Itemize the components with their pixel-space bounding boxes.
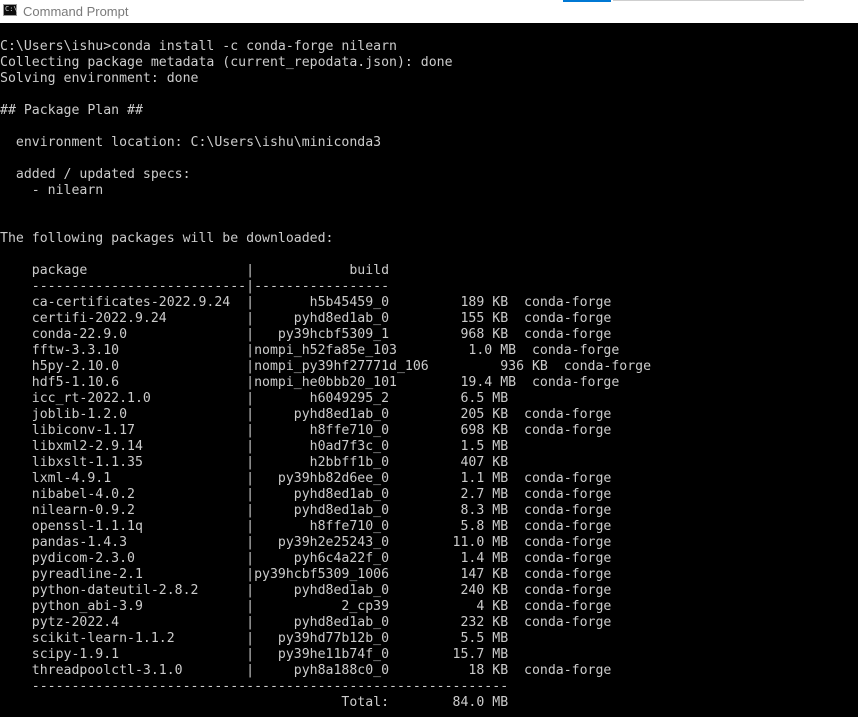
titlebar-divider [613,0,804,1]
console-line: certifi-2022.9.24 | pyhd8ed1ab_0 155 KB … [0,311,612,326]
console-line: openssl-1.1.1q | h8ffe710_0 5.8 MB conda… [0,519,612,534]
window-title: Command Prompt [23,4,129,19]
console-line: environment location: C:\Users\ishu\mini… [0,135,382,150]
console-line: pyreadline-2.1 |py39hcbf5309_1006 147 KB… [0,567,612,582]
titlebar-accent [563,0,611,2]
console-line: threadpoolctl-3.1.0 | pyh8a188c0_0 18 KB… [0,663,612,678]
console-line: ---------------------------|------------… [0,279,390,294]
console-line: Solving environment: done [0,71,199,86]
console-line: libxslt-1.1.35 | h2bbff1b_0 407 KB [0,455,509,470]
console-line: hdf5-1.10.6 |nompi_he0bbb20_101 19.4 MB … [0,375,620,390]
title-bar[interactable]: C:\ Command Prompt [0,0,858,23]
console-app-icon: C:\ [3,4,18,16]
console-line: added / updated specs: [0,167,191,182]
console-line: pydicom-2.3.0 | pyh6c4a22f_0 1.4 MB cond… [0,551,612,566]
console-line: - nilearn [0,183,104,198]
console-line: package | build [0,263,390,278]
console-line: conda-22.9.0 | py39hcbf5309_1 968 KB con… [0,327,612,342]
console-line: h5py-2.10.0 |nompi_py39hf27771d_106 936 … [0,359,652,374]
console-line: nibabel-4.0.2 | pyhd8ed1ab_0 2.7 MB cond… [0,487,612,502]
console-line: C:\Users\ishu>conda install -c conda-for… [0,39,397,54]
console-line: The following packages will be downloade… [0,231,334,246]
console-line: lxml-4.9.1 | py39hb82d6ee_0 1.1 MB conda… [0,471,612,486]
console-line: fftw-3.3.10 |nompi_h52fa85e_103 1.0 MB c… [0,343,620,358]
console-line: python-dateutil-2.8.2 | pyhd8ed1ab_0 240… [0,583,612,598]
console-line: libiconv-1.17 | h8ffe710_0 698 KB conda-… [0,423,612,438]
console-line: scipy-1.9.1 | py39he11b74f_0 15.7 MB [0,647,509,662]
console-line: python_abi-3.9 | 2_cp39 4 KB conda-forge [0,599,612,614]
console-line: ca-certificates-2022.9.24 | h5b45459_0 1… [0,295,612,310]
console-line: Collecting package metadata (current_rep… [0,55,453,70]
console-line: pytz-2022.4 | pyhd8ed1ab_0 232 KB conda-… [0,615,612,630]
console-line: ## Package Plan ## [0,103,143,118]
console-line: scikit-learn-1.1.2 | py39hd77b12b_0 5.5 … [0,631,509,646]
console-line: joblib-1.2.0 | pyhd8ed1ab_0 205 KB conda… [0,407,612,422]
console-line: Total: 84.0 MB [0,695,509,710]
console-output[interactable]: C:\Users\ishu>conda install -c conda-for… [0,39,858,717]
console-line: pandas-1.4.3 | py39h2e25243_0 11.0 MB co… [0,535,612,550]
console-line: ----------------------------------------… [0,679,509,694]
console-line: icc_rt-2022.1.0 | h6049295_2 6.5 MB [0,391,509,406]
console-line: nilearn-0.9.2 | pyhd8ed1ab_0 8.3 MB cond… [0,503,612,518]
console-line: libxml2-2.9.14 | h0ad7f3c_0 1.5 MB [0,439,509,454]
